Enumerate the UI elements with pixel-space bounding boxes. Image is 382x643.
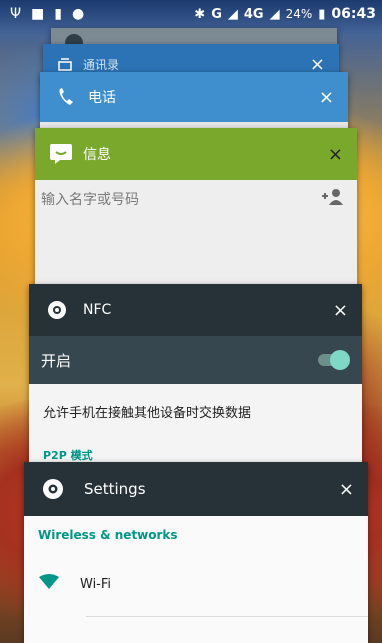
section-header: P2P 模式 bbox=[43, 449, 93, 462]
sd-card-icon: ▮ bbox=[54, 6, 62, 22]
android-icon: ● bbox=[71, 6, 85, 22]
recent-card-phone[interactable]: 电话 × bbox=[40, 72, 348, 132]
recipient-input[interactable]: 输入名字或号码 bbox=[41, 184, 347, 214]
gear-icon bbox=[45, 298, 69, 322]
lte-type: 4G bbox=[243, 6, 264, 22]
close-icon[interactable]: × bbox=[319, 87, 334, 108]
card-title: 信息 bbox=[83, 147, 111, 163]
card-title: 电话 bbox=[88, 90, 116, 106]
card-title: Settings bbox=[84, 480, 146, 498]
close-icon[interactable]: × bbox=[333, 300, 348, 321]
clock: 06:43 bbox=[331, 6, 376, 22]
add-contact-icon[interactable] bbox=[319, 188, 345, 210]
nfc-description: 允许手机在接触其他设备时交换数据 bbox=[43, 406, 252, 421]
wifi-icon bbox=[38, 574, 60, 594]
bluetooth-icon: ✱ bbox=[194, 6, 206, 22]
recent-card-settings[interactable]: Settings × Wireless & networks Wi-Fi bbox=[24, 462, 368, 643]
usb-icon: Ψ bbox=[10, 6, 22, 22]
battery-icon: ▮ bbox=[318, 6, 326, 22]
message-icon bbox=[49, 143, 73, 165]
recent-card-messaging[interactable]: 信息 × 输入名字或号码 bbox=[35, 128, 357, 298]
gear-icon bbox=[40, 476, 66, 502]
close-icon[interactable]: × bbox=[339, 479, 354, 500]
nfc-switch[interactable] bbox=[318, 350, 350, 370]
recipient-placeholder: 输入名字或号码 bbox=[41, 192, 139, 208]
nfc-toggle-row[interactable]: 开启 bbox=[29, 336, 362, 384]
close-icon[interactable]: × bbox=[328, 144, 343, 165]
contacts-icon bbox=[57, 57, 73, 71]
battery-level: 24% bbox=[285, 7, 313, 21]
section-header: Wireless & networks bbox=[38, 528, 178, 542]
signal-lte-icon: ◢ bbox=[269, 6, 280, 22]
phone-icon bbox=[56, 86, 78, 108]
card-title: NFC bbox=[83, 302, 112, 318]
wifi-setting[interactable]: Wi-Fi bbox=[38, 574, 111, 594]
toggle-label: 开启 bbox=[41, 351, 72, 370]
wifi-label: Wi-Fi bbox=[80, 576, 112, 592]
recent-card-nfc[interactable]: NFC × 开启 允许手机在接触其他设备时交换数据 P2P 模式 bbox=[29, 284, 362, 474]
divider bbox=[86, 616, 368, 617]
card-title: 通讯录 bbox=[83, 57, 120, 72]
lock-icon: ■ bbox=[31, 6, 45, 22]
network-type: G bbox=[211, 6, 222, 22]
signal-icon: ◢ bbox=[227, 6, 238, 22]
